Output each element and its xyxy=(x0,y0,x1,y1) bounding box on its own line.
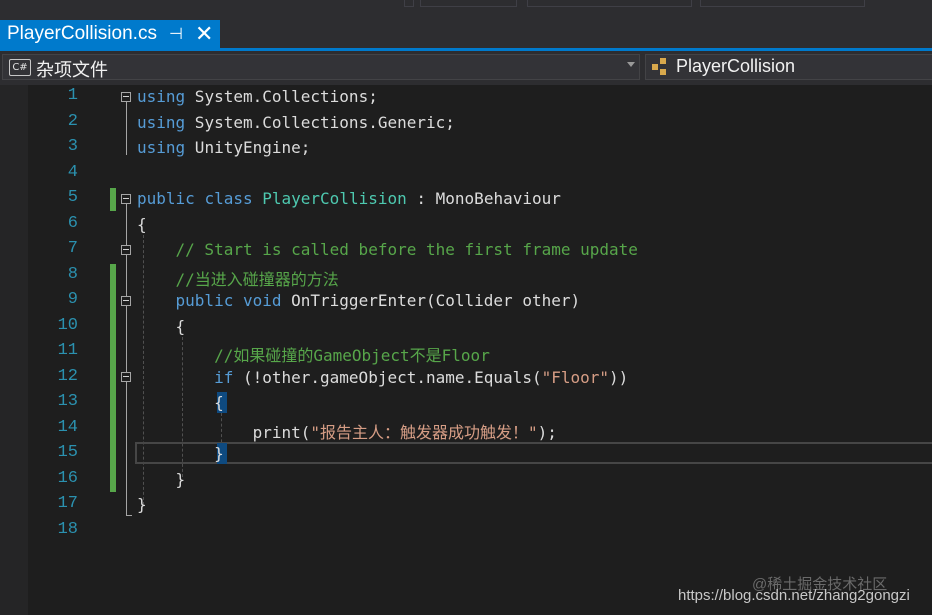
code-token: //当进入碰撞器的方法 xyxy=(137,269,339,289)
code-line: //如果碰撞的GameObject不是Floor xyxy=(137,342,490,366)
code-token: //如果碰撞的GameObject不是Floor xyxy=(137,346,490,365)
code-token: "Floor" xyxy=(541,367,610,387)
line-number: 9 xyxy=(67,290,78,309)
code-line: { xyxy=(137,393,224,412)
code-line: using System.Collections.Generic; xyxy=(137,113,455,132)
code-line: } xyxy=(137,469,186,489)
code-token: // Start is called before the first fram… xyxy=(137,240,638,259)
code-line: { xyxy=(137,316,186,336)
code-line: } xyxy=(137,495,147,514)
code-editor[interactable]: 1 2 3 4 5 6 7 8 9 10 11 12 13 14 15 16 17 18 using System… xyxy=(0,85,932,615)
code-token: System.Collections; xyxy=(185,87,378,106)
close-icon[interactable]: ✕ xyxy=(195,21,213,47)
code-line: using UnityEngine; xyxy=(137,138,310,157)
code-line: using System.Collections; xyxy=(137,87,378,106)
code-token: { xyxy=(137,393,224,412)
top-toolbar-strip xyxy=(0,0,932,18)
line-number: 1 xyxy=(67,86,78,105)
tab-title: PlayerCollision.cs xyxy=(7,23,157,44)
line-number: 12 xyxy=(57,366,78,386)
line-number: 8 xyxy=(67,264,78,284)
document-tab-bar: PlayerCollision.cs ⊣ ✕ xyxy=(0,18,932,48)
line-number: 3 xyxy=(67,137,78,156)
toolbar-control xyxy=(700,0,865,7)
csharp-file-icon: C# xyxy=(9,59,31,76)
toolbar-control xyxy=(420,0,517,7)
code-line: //当进入碰撞器的方法 xyxy=(137,266,339,290)
code-token: public xyxy=(175,291,234,310)
code-line: if (!other.gameObject.name.Equals("Floor… xyxy=(137,368,628,387)
line-number: 2 xyxy=(67,111,78,131)
code-token: } xyxy=(137,469,186,489)
code-line: print("报告主人：触发器成功触发！"); xyxy=(137,419,557,443)
code-token: OnTriggerEnter(Collider other) xyxy=(281,291,581,310)
class-dropdown-label: PlayerCollision xyxy=(676,56,796,76)
code-token: (!other.gameObject.name.Equals( xyxy=(233,367,542,387)
collapse-toggle-icon[interactable] xyxy=(121,245,131,255)
code-token: class xyxy=(204,189,253,208)
code-token: PlayerCollision xyxy=(262,189,407,208)
line-number: 18 xyxy=(57,519,78,539)
code-token: { xyxy=(137,316,186,336)
code-token: ); xyxy=(537,422,557,442)
tab-playercollision[interactable]: PlayerCollision.cs ⊣ ✕ xyxy=(0,20,220,48)
code-token: } xyxy=(137,495,147,514)
collapse-toggle-icon[interactable] xyxy=(121,296,131,306)
watermark-url: https://blog.csdn.net/zhang2gongzi xyxy=(678,587,910,604)
line-number: 14 xyxy=(57,417,78,437)
class-icon xyxy=(652,58,672,76)
project-dropdown-label: 杂项文件 xyxy=(36,60,108,80)
code-line: // Start is called before the first fram… xyxy=(137,240,638,259)
current-line-highlight xyxy=(135,442,932,464)
line-number: 7 xyxy=(67,239,78,258)
code-token: print( xyxy=(137,422,311,442)
code-token: using xyxy=(137,112,186,132)
code-token: if xyxy=(214,367,234,387)
change-indicator-bar xyxy=(110,264,116,492)
pin-icon[interactable]: ⊣ xyxy=(169,24,183,44)
code-token: UnityEngine; xyxy=(185,138,311,157)
line-number: 11 xyxy=(57,341,78,360)
line-number: 15 xyxy=(57,443,78,462)
outline-line xyxy=(126,102,127,155)
code-token: System.Collections.Generic; xyxy=(185,112,455,132)
code-line: { xyxy=(137,215,147,234)
toolbar-control xyxy=(527,0,692,7)
code-token: )) xyxy=(609,367,629,387)
code-token: public xyxy=(137,189,195,208)
change-indicator-bar xyxy=(110,188,116,211)
code-token: using xyxy=(137,87,186,106)
code-line: public void OnTriggerEnter(Collider othe… xyxy=(137,291,581,310)
code-token: using xyxy=(137,138,186,157)
code-token: : MonoBehaviour xyxy=(406,189,561,208)
collapse-toggle-icon[interactable] xyxy=(121,372,131,382)
line-number: 6 xyxy=(67,213,78,233)
project-dropdown[interactable]: C# 杂项文件 xyxy=(2,54,640,80)
line-number: 10 xyxy=(57,315,78,335)
line-number: 13 xyxy=(57,392,78,411)
toolbar-control xyxy=(404,0,414,7)
code-line: public class PlayerCollision : MonoBehav… xyxy=(137,189,561,208)
line-number: 4 xyxy=(67,162,78,182)
editor-left-margin xyxy=(0,85,28,615)
chevron-down-icon[interactable] xyxy=(627,62,635,67)
outline-end xyxy=(126,515,132,516)
code-token: "报告主人：触发器成功触发！" xyxy=(310,422,538,442)
code-line: } xyxy=(137,444,224,463)
navigation-bar: C# 杂项文件 PlayerCollision xyxy=(0,51,932,85)
code-token: void xyxy=(242,291,282,310)
line-number: 16 xyxy=(57,468,78,488)
code-token: } xyxy=(137,444,224,463)
collapse-toggle-icon[interactable] xyxy=(121,92,131,102)
line-number: 5 xyxy=(67,188,78,207)
collapse-toggle-icon[interactable] xyxy=(121,194,131,204)
code-token: { xyxy=(137,214,147,234)
class-dropdown[interactable]: PlayerCollision xyxy=(645,54,932,80)
line-number: 17 xyxy=(57,494,78,513)
